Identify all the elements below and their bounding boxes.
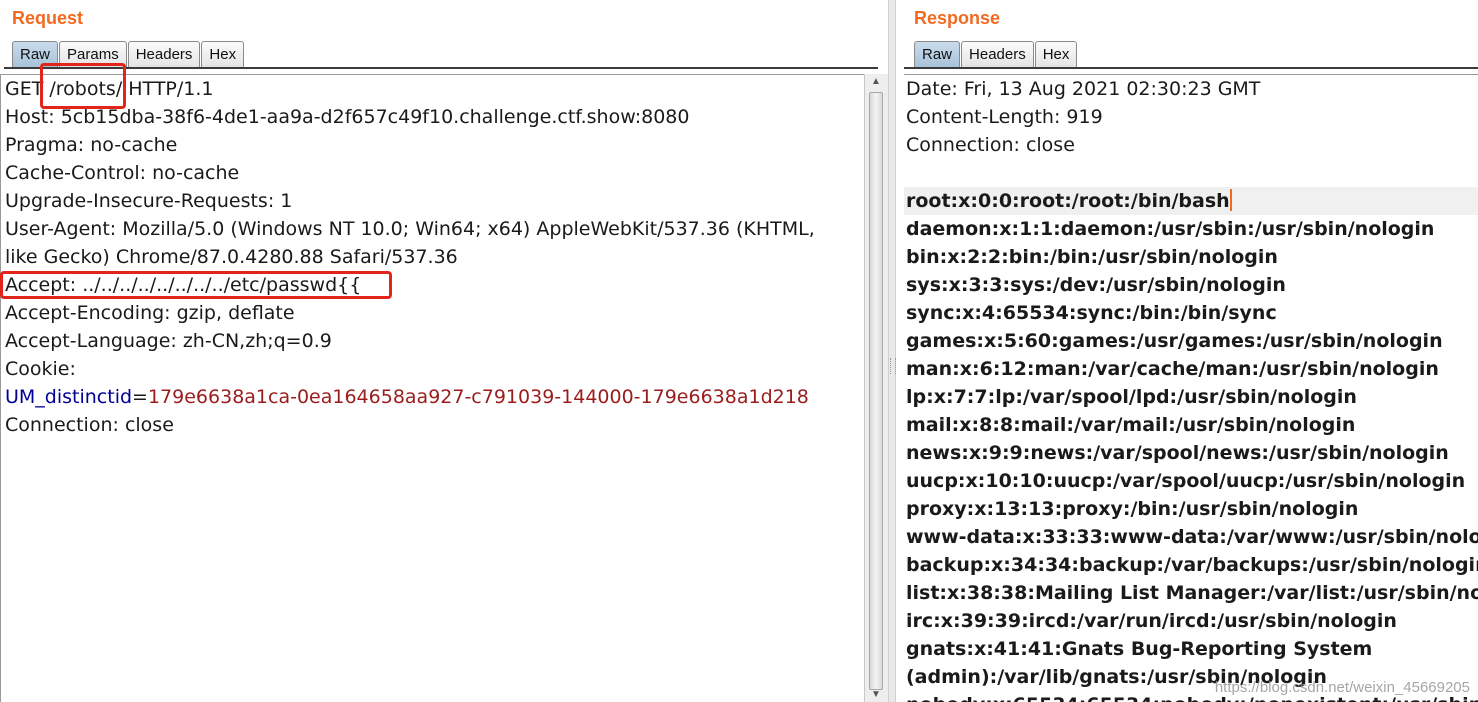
- response-tab-divider: [904, 67, 1478, 69]
- request-tab-headers[interactable]: Headers: [127, 41, 201, 67]
- scroll-up-icon[interactable]: ▲: [871, 76, 881, 87]
- response-body: root:x:0:0:root:/root:/bin/bash daemon:x…: [904, 187, 1478, 702]
- passwd-line: gnats:x:41:41:Gnats Bug-Reporting System: [906, 638, 1373, 660]
- passwd-line-text: root:x:0:0:root:/root:/bin/bash: [906, 190, 1230, 212]
- passwd-line: games:x:5:60:games:/usr/games:/usr/sbin/…: [906, 330, 1443, 352]
- response-blank-line: [904, 159, 1478, 187]
- request-line: Cache-Control: no-cache: [5, 162, 240, 184]
- passwd-line: irc:x:39:39:ircd:/var/run/ircd:/usr/sbin…: [906, 610, 1397, 632]
- request-line: Upgrade-Insecure-Requests: 1: [5, 190, 293, 212]
- cookie-equals: =: [132, 386, 148, 408]
- passwd-line: root:x:0:0:root:/root:/bin/bash: [904, 187, 1478, 215]
- response-tab-hex[interactable]: Hex: [1034, 41, 1078, 67]
- request-line: Host: 5cb15dba-38f6-4de1-aa9a-d2f657c49f…: [5, 106, 690, 128]
- passwd-line: www-data:x:33:33:www-data:/var/www:/usr/…: [906, 526, 1478, 548]
- response-tab-headers[interactable]: Headers: [961, 41, 1034, 67]
- request-line: GET /robots/ HTTP/1.1: [5, 78, 214, 100]
- passwd-line: man:x:6:12:man:/var/cache/man:/usr/sbin/…: [906, 358, 1439, 380]
- request-line: Accept-Language: zh-CN,zh;q=0.9: [5, 330, 332, 352]
- passwd-line: news:x:9:9:news:/var/spool/news:/usr/sbi…: [906, 442, 1449, 464]
- response-header-line: Date: Fri, 13 Aug 2021 02:30:23 GMT: [906, 78, 1261, 100]
- cookie-value: 179e6638a1ca-0ea164658aa927-c791039-1440…: [147, 386, 809, 408]
- passwd-line: daemon:x:1:1:daemon:/usr/sbin:/usr/sbin/…: [906, 218, 1435, 240]
- request-pane: Request Raw Params Headers Hex GET /robo…: [0, 0, 888, 702]
- scroll-down-icon[interactable]: ▼: [871, 689, 881, 700]
- response-header-line: Connection: close: [906, 134, 1075, 156]
- request-tab-hex[interactable]: Hex: [201, 41, 245, 67]
- request-line: Cookie:: [5, 358, 76, 380]
- watermark: https://blog.csdn.net/weixin_45669205: [1214, 679, 1470, 696]
- request-line: Connection: close: [5, 414, 174, 436]
- request-line: User-Agent: Mozilla/5.0 (Windows NT 10.0…: [5, 218, 815, 240]
- split-pane-divider[interactable]: [888, 0, 896, 702]
- cookie-name: UM_distinctid: [5, 386, 133, 408]
- passwd-line: mail:x:8:8:mail:/var/mail:/usr/sbin/nolo…: [906, 414, 1356, 436]
- passwd-line: sync:x:4:65534:sync:/bin:/bin/sync: [906, 302, 1277, 324]
- response-editor[interactable]: Date: Fri, 13 Aug 2021 02:30:23 GMT Cont…: [904, 74, 1478, 702]
- passwd-line: sys:x:3:3:sys:/dev:/usr/sbin/nologin: [906, 274, 1286, 296]
- passwd-line: uucp:x:10:10:uucp:/var/spool/uucp:/usr/s…: [906, 470, 1466, 492]
- scroll-thumb[interactable]: [869, 92, 883, 690]
- request-line: Pragma: no-cache: [5, 134, 178, 156]
- response-header-line: Content-Length: 919: [906, 106, 1103, 128]
- response-pane: Response Raw Headers Hex Date: Fri, 13 A…: [896, 0, 1478, 702]
- request-line: like Gecko) Chrome/87.0.4280.88 Safari/5…: [5, 246, 458, 268]
- request-editor[interactable]: GET /robots/ HTTP/1.1 Host: 5cb15dba-38f…: [0, 74, 864, 702]
- passwd-line: bin:x:2:2:bin:/bin:/usr/sbin/nologin: [906, 246, 1278, 268]
- response-title: Response: [914, 8, 1001, 28]
- passwd-line: list:x:38:38:Mailing List Manager:/var/l…: [906, 582, 1478, 604]
- request-tab-divider: [4, 67, 878, 69]
- robots-path-highlight: [40, 63, 126, 109]
- request-scrollbar[interactable]: ▲ ▼: [864, 74, 888, 702]
- request-line: Accept-Encoding: gzip, deflate: [5, 302, 295, 324]
- passwd-line: backup:x:34:34:backup:/var/backups:/usr/…: [906, 554, 1478, 576]
- text-cursor: [1229, 189, 1232, 211]
- response-tabs: Raw Headers Hex: [914, 41, 1078, 67]
- passwd-line: lp:x:7:7:lp:/var/spool/lpd:/usr/sbin/nol…: [906, 386, 1357, 408]
- request-title: Request: [12, 8, 84, 28]
- accept-header-highlight: [0, 271, 392, 299]
- cookie-line: UM_distinctid=179e6638a1ca-0ea164658aa92…: [1, 383, 864, 411]
- passwd-line: proxy:x:13:13:proxy:/bin:/usr/sbin/nolog…: [906, 498, 1359, 520]
- response-tab-raw[interactable]: Raw: [914, 41, 961, 67]
